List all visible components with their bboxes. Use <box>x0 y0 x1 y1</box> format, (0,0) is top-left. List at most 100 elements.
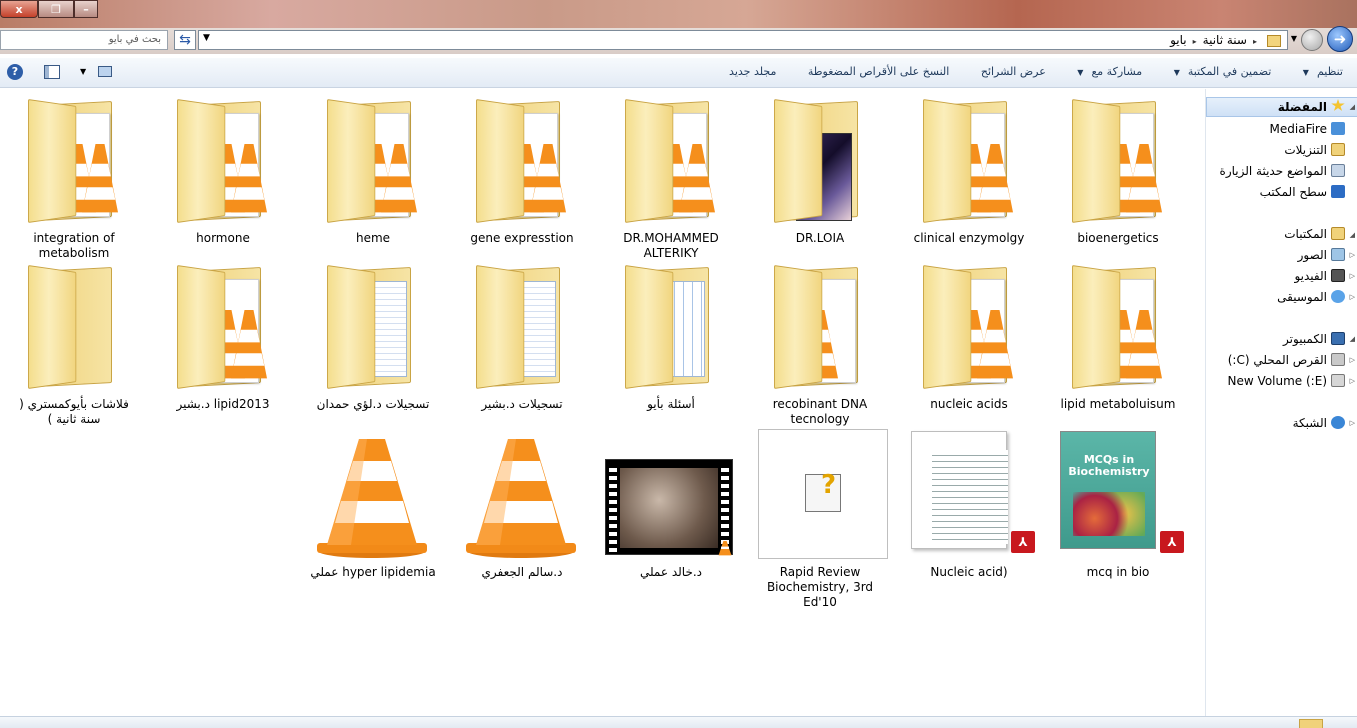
folder-front <box>1072 265 1121 389</box>
file-item[interactable]: DR.MOHAMMED ALTERIKY <box>605 93 737 261</box>
folder-front <box>1072 99 1121 223</box>
file-item-label: nucleic acids <box>930 397 1008 411</box>
vlc-folder-icon <box>157 259 289 397</box>
nav-desktop[interactable]: سطح المكتب <box>1260 185 1327 199</box>
network-icon <box>1331 416 1345 429</box>
organize-button[interactable]: تنظيم ▼ <box>1303 65 1343 78</box>
file-item-label: Rapid Review Biochemistry, 3rd Ed'10 <box>766 565 874 609</box>
file-item-label: فلاشات بأيوكمستري ( سنة ثانية ) <box>19 397 129 426</box>
file-item[interactable]: lipid metaboluisum <box>1052 259 1184 412</box>
file-item-label: تسجيلات د.بشير <box>481 397 563 411</box>
file-item-label: تسجيلات د.لؤي حمدان <box>316 397 430 411</box>
refresh-button[interactable]: ⇆ <box>174 30 196 50</box>
search-input[interactable]: بحث في بايو <box>0 30 168 50</box>
file-list: integration of metabolism hormone heme gene… <box>0 89 1205 717</box>
nav-mediafire[interactable]: MediaFire <box>1270 122 1327 136</box>
breadcrumb-separator[interactable]: ▸ <box>1253 37 1257 46</box>
close-button[interactable]: x <box>0 0 38 18</box>
minimize-button[interactable]: – <box>74 0 98 18</box>
file-item[interactable]: فلاشات بأيوكمستري ( سنة ثانية ) <box>8 259 140 427</box>
file-item[interactable]: ? Rapid Review Biochemistry, 3rd Ed'10 <box>754 427 888 610</box>
file-item[interactable]: د.سالم الجعفري <box>456 427 588 580</box>
nav-computer[interactable]: الكمبيوتر <box>1283 332 1327 346</box>
file-item[interactable]: recobinant DNA tecnology <box>754 259 886 427</box>
pdf-icon: MCQs in Biochemistry ⅄ <box>1052 427 1184 565</box>
folder-icon <box>1299 719 1323 728</box>
pictures-icon <box>1331 248 1345 261</box>
back-button[interactable]: ➜ <box>1327 26 1353 52</box>
expand-icon[interactable]: ▷ <box>1350 377 1355 385</box>
file-item-label: integration of metabolism <box>33 231 115 260</box>
file-item[interactable]: integration of metabolism <box>8 93 140 261</box>
folder-front <box>327 265 376 389</box>
expand-icon[interactable]: ▷ <box>1350 272 1355 280</box>
file-item[interactable]: lipid2013 د.بشير <box>157 259 289 412</box>
folder-front <box>28 265 77 389</box>
nav-music[interactable]: الموسيقى <box>1277 290 1327 304</box>
file-item[interactable]: ⅄ Nucleic acid) <box>903 427 1035 580</box>
expand-icon[interactable]: ▷ <box>1350 293 1355 301</box>
file-item[interactable]: nucleic acids <box>903 259 1035 412</box>
preview-pane-icon[interactable] <box>44 65 60 79</box>
file-item-label: hyper lipidemia عملي <box>310 565 436 579</box>
nav-network[interactable]: الشبكة <box>1293 416 1327 430</box>
share-with-label: مشاركة مع <box>1091 65 1143 78</box>
collapse-icon[interactable]: ◢ <box>1350 103 1355 111</box>
file-item-label: DR.MOHAMMED ALTERIKY <box>623 231 719 260</box>
new-folder-button[interactable]: مجلد جديد <box>729 65 776 78</box>
file-item[interactable]: MCQs in Biochemistry ⅄ mcq in bio <box>1052 427 1184 580</box>
file-item-label: hormone <box>196 231 250 245</box>
include-in-library-button[interactable]: تضمين في المكتبة ▼ <box>1174 65 1272 78</box>
collapse-icon[interactable]: ◢ <box>1350 335 1355 343</box>
vlc-folder-icon <box>903 93 1035 231</box>
collapse-icon[interactable]: ◢ <box>1350 231 1355 239</box>
file-item[interactable]: تسجيلات د.بشير <box>456 259 588 412</box>
command-bar: تنظيم ▼ تضمين في المكتبة ▼ مشاركة مع ▼ عرض … <box>0 58 1357 88</box>
nav-videos[interactable]: الفيديو <box>1294 269 1327 283</box>
nav-local-disk[interactable]: القرص المحلي (C:) <box>1228 353 1327 367</box>
file-item[interactable]: clinical enzymolgy <box>903 93 1035 246</box>
breadcrumb-separator[interactable]: ▸ <box>1193 37 1197 46</box>
expand-icon[interactable]: ▷ <box>1350 356 1355 364</box>
share-with-button[interactable]: مشاركة مع ▼ <box>1077 65 1142 78</box>
view-icon[interactable] <box>98 66 112 77</box>
nav-recent-places[interactable]: المواضع حديثة الزيارة <box>1220 164 1327 178</box>
nav-pictures[interactable]: الصور <box>1298 248 1327 262</box>
burn-button[interactable]: النسخ على الأقراص المضغوطة <box>808 65 949 78</box>
file-item[interactable]: تسجيلات د.لؤي حمدان <box>307 259 439 412</box>
file-item[interactable]: أسئلة بأيو <box>605 259 737 412</box>
restore-button[interactable]: ❐ <box>38 0 74 18</box>
pdf-icon: ⅄ <box>903 427 1035 565</box>
vlc-folder-icon <box>157 93 289 231</box>
file-item[interactable]: DR.LOIA <box>754 93 886 246</box>
nav-downloads[interactable]: التنزيلات <box>1284 143 1327 157</box>
vlc-folder-icon <box>1052 259 1184 397</box>
recent-pages-dropdown[interactable]: ▼ <box>1291 34 1297 43</box>
file-item[interactable]: د.خالد عملي <box>605 427 737 580</box>
file-item[interactable]: hyper lipidemia عملي <box>307 427 439 580</box>
slideshow-button[interactable]: عرض الشرائح <box>981 65 1046 78</box>
folder-front <box>476 99 525 223</box>
breadcrumb-item-bio[interactable]: بايو <box>1170 33 1187 47</box>
nav-new-volume[interactable]: (E:) New Volume <box>1228 374 1327 388</box>
book-cover-title: MCQs in Biochemistry <box>1068 453 1150 478</box>
file-item[interactable]: gene expresstion <box>456 93 588 246</box>
file-item[interactable]: bioenergetics <box>1052 93 1184 246</box>
documents-folder-icon <box>456 259 588 397</box>
expand-icon[interactable]: ▷ <box>1350 251 1355 259</box>
folder-front <box>923 265 972 389</box>
nav-libraries[interactable]: المكتبات <box>1284 227 1327 241</box>
chevron-down-icon: ▼ <box>1077 68 1084 77</box>
breadcrumb-item-second-year[interactable]: سنة ثانية <box>1203 33 1247 47</box>
nav-favorites[interactable]: المفضلة <box>1278 100 1327 114</box>
drive-icon <box>1331 353 1345 366</box>
change-view-dropdown[interactable]: ▼ <box>80 67 86 76</box>
file-item[interactable]: hormone <box>157 93 289 246</box>
expand-icon[interactable]: ▷ <box>1350 419 1355 427</box>
details-pane <box>0 716 1357 728</box>
address-field[interactable]: ▼ ▸ سنة ثانية ▸ بايو <box>198 30 1288 50</box>
file-item[interactable]: heme <box>307 93 439 246</box>
address-history-dropdown[interactable]: ▼ <box>203 33 210 43</box>
forward-button[interactable] <box>1301 29 1323 51</box>
help-icon[interactable]: ? <box>7 64 23 80</box>
